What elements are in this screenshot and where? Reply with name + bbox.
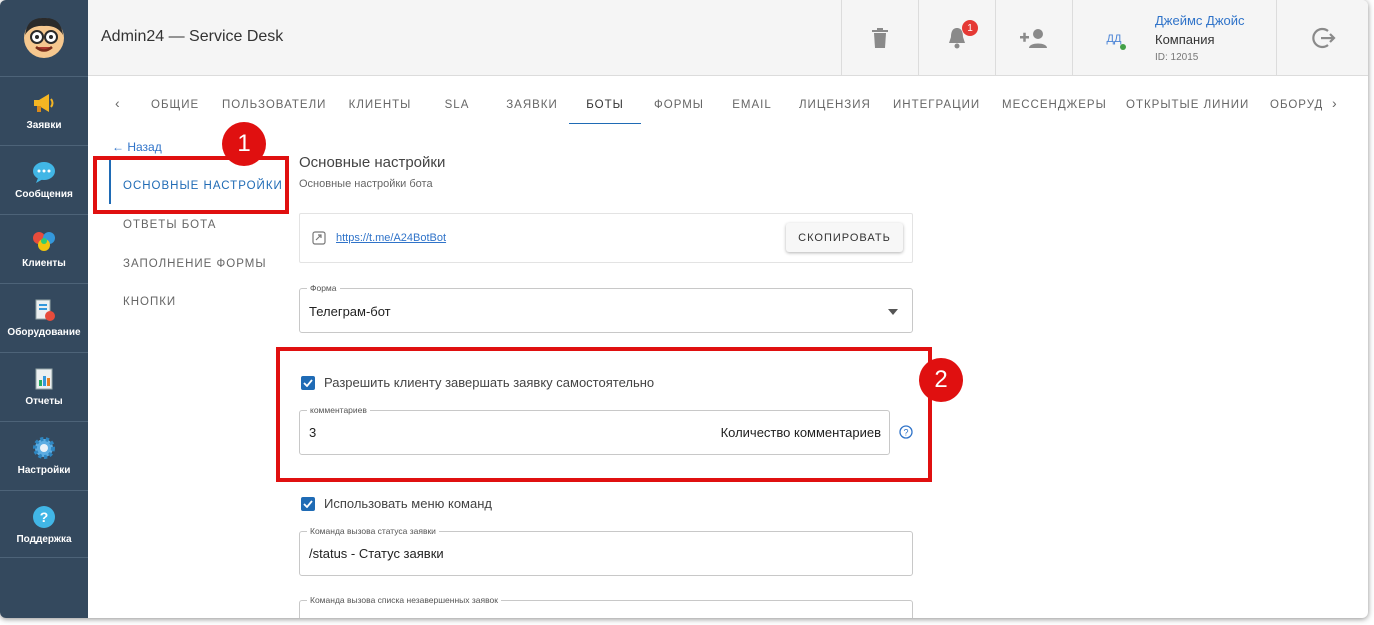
tab-open-lines[interactable]: ОТКРЫТЫЕ ЛИНИИ [1126, 77, 1248, 124]
clients-icon [33, 232, 55, 251]
annotation-box-2 [276, 347, 932, 482]
megaphone-icon [34, 94, 54, 112]
sidebar-item-settings[interactable]: Настройки [0, 421, 88, 489]
command-menu-checkbox-row[interactable]: Использовать меню команд [301, 496, 492, 511]
tab-users[interactable]: ПОЛЬЗОВАТЕЛИ [222, 77, 325, 124]
settings-tabs: ‹ ОБЩИЕ ПОЛЬЗОВАТЕЛИ КЛИЕНТЫ SLA ЗАЯВКИ … [88, 77, 1368, 125]
tab-clients[interactable]: КЛИЕНТЫ [348, 77, 412, 124]
sidebar-item-messages[interactable]: Сообщения [0, 145, 88, 213]
unfinished-command-label: Команда вызова списка незавершенных заяв… [307, 595, 501, 605]
app-logo[interactable] [0, 0, 88, 76]
sidebar-item-label: Клиенты [22, 258, 66, 269]
copy-button[interactable]: СКОПИРОВАТЬ [786, 223, 903, 252]
link-icon [312, 231, 326, 245]
online-status-dot [1120, 44, 1126, 50]
tab-integrations[interactable]: ИНТЕГРАЦИИ [893, 77, 979, 124]
app-title: Admin24 — Service Desk [101, 28, 284, 45]
annotation-marker-2: 2 [919, 358, 963, 402]
arrow-left-icon: ← [112, 140, 124, 154]
section-title: Основные настройки [299, 154, 446, 171]
tabs-scroll-right-icon[interactable]: › [1332, 95, 1337, 111]
annotation-marker-1: 1 [222, 122, 266, 166]
status-command-input[interactable]: Команда вызова статуса заявки /status - … [299, 526, 913, 576]
form-select-value: Телеграм-бот [309, 304, 391, 319]
sidebar-item-clients[interactable]: Клиенты [0, 214, 88, 282]
chat-icon [33, 162, 55, 183]
command-menu-label: Использовать меню команд [324, 496, 492, 511]
sidebar-item-label: Отчеты [25, 396, 63, 407]
sidebar-item-label: Настройки [17, 465, 71, 476]
tab-equipment[interactable]: ОБОРУДОВ [1270, 77, 1322, 124]
help-icon: ? [33, 505, 55, 528]
sidebar-item-requests[interactable]: Заявки [0, 76, 88, 144]
sidebar-item-label: Оборудование [7, 327, 81, 338]
section-subtitle: Основные настройки бота [299, 178, 433, 190]
tabs-scroll-left-icon[interactable]: ‹ [115, 95, 120, 111]
logout-button[interactable] [1276, 0, 1368, 76]
gear-icon [33, 437, 55, 459]
unfinished-command-input[interactable]: Команда вызова списка незавершенных заяв… [299, 595, 913, 618]
annotation-box-1 [93, 156, 289, 214]
sidebar: Заявки Сообщения Клиенты Оборудование От… [0, 0, 88, 618]
form-select-label: Форма [307, 283, 340, 293]
sidebar-item-label: Заявки [26, 120, 62, 131]
sidebar-item-support[interactable]: ? Поддержка [0, 490, 88, 558]
dropdown-arrow-icon [888, 309, 898, 315]
logout-icon [1311, 27, 1336, 49]
form-select[interactable]: Форма Телеграм-бот [299, 283, 913, 333]
mascot-logo-icon [24, 17, 64, 58]
notifications-button[interactable]: 1 [918, 0, 995, 76]
back-link[interactable]: ← Назад [112, 140, 162, 154]
sidebar-item-label: Сообщения [15, 189, 73, 200]
sidebar-item-reports[interactable]: Отчеты [0, 352, 88, 420]
report-icon [35, 368, 53, 390]
submenu-form-filling[interactable]: ЗАПОЛНЕНИЕ ФОРМЫ [123, 258, 267, 270]
user-name[interactable]: Джеймс Джойс [1155, 13, 1245, 28]
sidebar-item-label: Поддержка [16, 533, 72, 545]
submenu-buttons[interactable]: КНОПКИ [123, 296, 176, 308]
tab-messengers[interactable]: МЕССЕНДЖЕРЫ [1002, 77, 1106, 124]
tab-forms[interactable]: ФОРМЫ [653, 77, 705, 124]
status-command-value: /status - Статус заявки [309, 546, 444, 561]
trash-icon [872, 28, 888, 48]
tab-sla[interactable]: SLA [443, 77, 471, 124]
command-menu-checkbox[interactable] [301, 496, 315, 511]
app-window: Заявки Сообщения Клиенты Оборудование От… [0, 0, 1368, 618]
bot-link[interactable]: https://t.me/A24BotBot [336, 232, 446, 244]
checkmark-icon [303, 499, 313, 508]
notification-badge: 1 [962, 20, 978, 36]
status-command-label: Команда вызова статуса заявки [307, 526, 439, 536]
tab-license[interactable]: ЛИЦЕНЗИЯ [799, 77, 870, 124]
top-header: Admin24 — Service Desk 1 ДД Джеймс Джойс… [88, 0, 1368, 76]
svg-text:?: ? [40, 509, 49, 525]
tab-email[interactable]: EMAIL [731, 77, 773, 124]
tab-bots[interactable]: БОТЫ [569, 77, 641, 124]
tab-general[interactable]: ОБЩИЕ [151, 77, 199, 124]
back-link-label: Назад [127, 140, 162, 154]
equipment-icon [35, 299, 55, 321]
submenu-bot-replies[interactable]: ОТВЕТЫ БОТА [123, 219, 216, 231]
add-user-icon [1020, 29, 1047, 48]
sidebar-item-equipment[interactable]: Оборудование [0, 283, 88, 351]
bot-link-card: https://t.me/A24BotBot СКОПИРОВАТЬ [299, 213, 913, 263]
tab-requests[interactable]: ЗАЯВКИ [506, 77, 558, 124]
add-user-button[interactable] [995, 0, 1072, 76]
user-profile[interactable]: ДД Джеймс Джойс Компания ID: 12015 [1072, 0, 1276, 76]
user-id: ID: 12015 [1155, 52, 1199, 63]
trash-button[interactable] [841, 0, 918, 76]
user-company: Компания [1155, 32, 1215, 47]
